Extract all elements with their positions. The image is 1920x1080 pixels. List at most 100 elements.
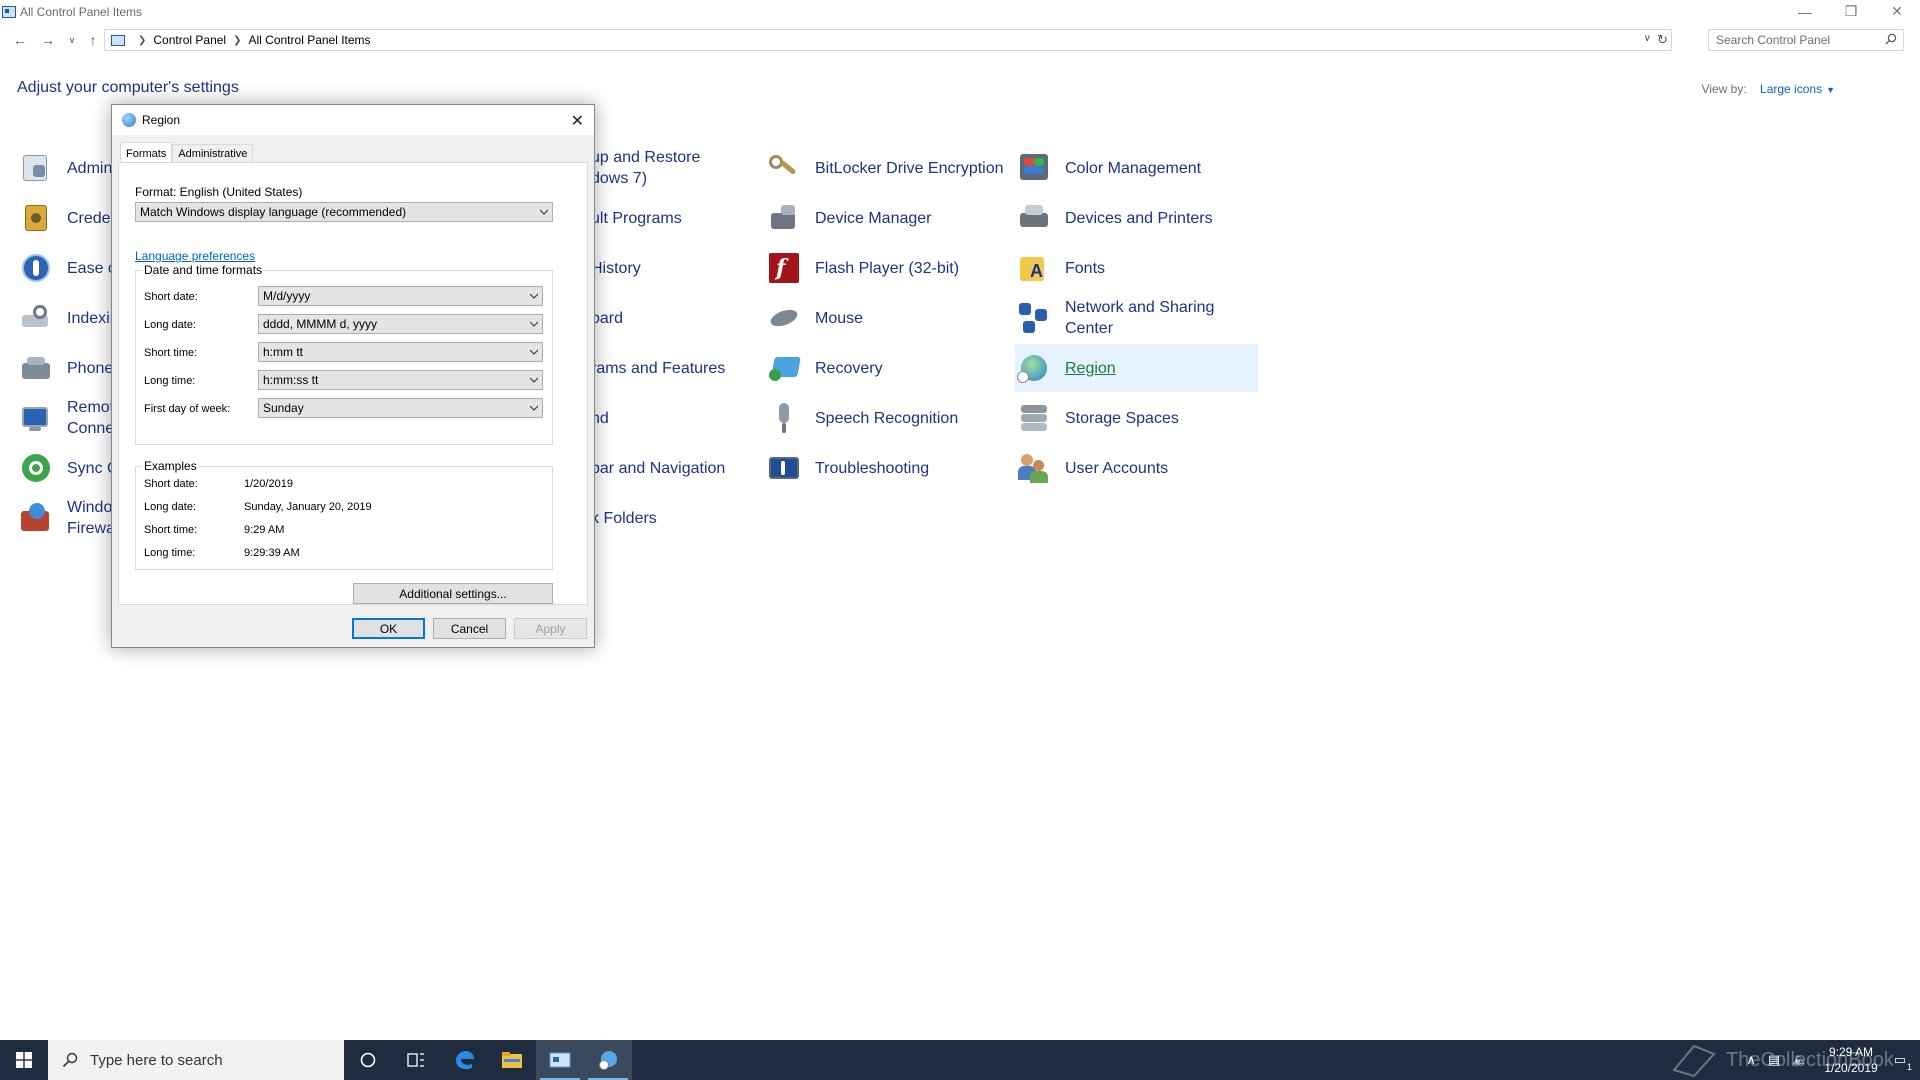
control-panel-taskbar-icon[interactable] — [536, 1040, 584, 1080]
back-arrow-icon[interactable]: ← — [10, 30, 30, 50]
indexing-options-icon — [19, 301, 53, 335]
region-globe-icon — [122, 113, 136, 127]
tab-formats[interactable]: Formats — [120, 142, 173, 164]
cp-item-taskbar-and-navigation[interactable]: bar and Navigation — [591, 444, 725, 492]
edge-browser-icon[interactable] — [440, 1040, 488, 1080]
tab-administrative[interactable]: Administrative — [172, 144, 254, 163]
close-window-button[interactable]: ✕ — [1874, 0, 1920, 23]
dialog-title: Region — [142, 113, 181, 127]
restore-button[interactable]: ❐ — [1828, 0, 1874, 23]
address-bar[interactable]: ❯ Control Panel ❯ All Control Panel Item… — [104, 29, 1672, 51]
cp-item-phone-and-modem[interactable]: Phone — [19, 344, 113, 392]
start-button[interactable] — [0, 1040, 48, 1080]
first-day-of-week-select[interactable]: Sunday — [258, 398, 543, 418]
task-view-icon[interactable] — [392, 1040, 440, 1080]
short-date-select[interactable]: M/d/yyyy — [258, 286, 543, 306]
cp-item-devices-and-printers[interactable]: Devices and Printers — [1017, 194, 1213, 242]
search-control-panel-input[interactable]: Search Control Panel — [1708, 29, 1904, 51]
cp-item-user-accounts[interactable]: User Accounts — [1017, 444, 1168, 492]
cp-item-credential-manager[interactable]: Creden — [19, 194, 119, 242]
windows-logo-icon — [16, 1052, 32, 1068]
short-time-select[interactable]: h:mm tt — [258, 342, 543, 362]
page-heading: Adjust your computer's settings — [17, 79, 239, 96]
recent-locations-chevron-icon[interactable]: ∨ — [62, 30, 82, 50]
flash-player-icon: f — [767, 251, 801, 285]
cp-item-remoteapp[interactable]: Remote Connec — [19, 394, 123, 442]
phone-and-modem-icon — [19, 351, 53, 385]
ease-of-access-icon — [19, 251, 53, 285]
address-dropdown-icon[interactable]: ∨ — [1644, 33, 1651, 44]
control-panel-location-icon — [111, 34, 125, 46]
format-select[interactable]: Match Windows display language (recommen… — [135, 202, 553, 222]
breadcrumb-separator-icon[interactable]: ❯ — [138, 35, 146, 46]
additional-settings-button[interactable]: Additional settings... — [353, 583, 553, 604]
example-short-date-label: Short date: — [144, 478, 198, 490]
cp-item-mouse[interactable]: Mouse — [767, 294, 863, 342]
credential-manager-icon — [19, 201, 53, 235]
cp-item-file-history[interactable]: History — [591, 244, 641, 292]
example-short-time-label: Short time: — [144, 524, 198, 536]
cp-item-troubleshooting[interactable]: Troubleshooting — [767, 444, 929, 492]
up-arrow-icon[interactable]: ↑ — [83, 30, 103, 50]
cp-item-backup-and-restore[interactable]: up and Restore dows 7) — [591, 144, 700, 192]
cortana-icon[interactable] — [344, 1040, 392, 1080]
language-preferences-link[interactable]: Language preferences — [135, 249, 255, 263]
cp-item-bitlocker[interactable]: BitLocker Drive Encryption — [767, 144, 1004, 192]
address-row: ← → ∨ ↑ ❯ Control Panel ❯ All Control Pa… — [0, 28, 1920, 52]
long-date-select[interactable]: dddd, MMMM d, yyyy — [258, 314, 543, 334]
cp-item-recovery[interactable]: Recovery — [767, 344, 883, 392]
forward-arrow-icon[interactable]: → — [38, 30, 58, 50]
example-long-time-label: Long time: — [144, 547, 196, 559]
chevron-down-icon — [530, 321, 538, 327]
group-title: Date and time formats — [142, 263, 265, 277]
recovery-icon — [767, 351, 801, 385]
cp-item-fonts[interactable]: A Fonts — [1017, 244, 1105, 292]
cp-item-work-folders[interactable]: k Folders — [591, 494, 657, 542]
chevron-down-icon — [530, 293, 538, 299]
apply-button[interactable]: Apply — [514, 618, 587, 639]
cp-item-network-and-sharing[interactable]: Network and Sharing Center — [1017, 294, 1214, 342]
taskbar-search-box[interactable]: Type here to search — [48, 1040, 344, 1080]
breadcrumb-separator-icon[interactable]: ❯ — [233, 35, 241, 46]
view-by-chevron-icon[interactable]: ▼ — [1826, 85, 1835, 95]
notification-count-badge: 1 — [1906, 1062, 1912, 1072]
breadcrumb-all-items[interactable]: All Control Panel Items — [249, 33, 371, 47]
search-icon[interactable] — [1885, 33, 1897, 45]
file-explorer-icon[interactable] — [488, 1040, 536, 1080]
cp-item-device-manager[interactable]: Device Manager — [767, 194, 932, 242]
cp-item-keyboard[interactable]: oard — [591, 294, 623, 342]
cp-item-region[interactable]: Region — [1015, 344, 1258, 392]
long-time-select[interactable]: h:mm:ss tt — [258, 370, 543, 390]
sync-center-icon — [19, 451, 53, 485]
action-center-icon[interactable]: ▭ 1 — [1894, 1052, 1912, 1072]
example-short-time-value: 9:29 AM — [244, 524, 285, 536]
cp-item-default-programs[interactable]: ult Programs — [591, 194, 682, 242]
cp-item-flash-player[interactable]: f Flash Player (32-bit) — [767, 244, 959, 292]
cp-item-storage-spaces[interactable]: Storage Spaces — [1017, 394, 1179, 442]
view-by-dropdown[interactable]: Large icons — [1760, 82, 1822, 96]
refresh-icon[interactable]: ↻ — [1657, 32, 1668, 48]
cp-item-windows-firewall[interactable]: Windo Firewa — [19, 494, 115, 542]
cp-item-color-management[interactable]: Color Management — [1017, 144, 1201, 192]
minimize-button[interactable]: — — [1782, 0, 1828, 23]
book-watermark-icon — [1672, 1044, 1716, 1078]
formats-panel: Format: English (United States) Match Wi… — [118, 162, 588, 605]
example-long-time-value: 9:29:39 AM — [244, 547, 300, 559]
cp-item-indexing-options[interactable]: Indexin — [19, 294, 119, 342]
cancel-button[interactable]: Cancel — [433, 618, 506, 639]
short-time-label: Short time: — [144, 347, 198, 359]
cp-item-speech-recognition[interactable]: Speech Recognition — [767, 394, 958, 442]
breadcrumb-control-panel[interactable]: Control Panel — [153, 33, 226, 47]
devices-and-printers-icon — [1017, 201, 1051, 235]
cp-item-administrative-tools[interactable]: Admini — [19, 144, 116, 192]
storage-spaces-icon — [1017, 401, 1051, 435]
region-taskbar-icon[interactable] — [584, 1040, 632, 1080]
dialog-close-icon[interactable]: ✕ — [571, 111, 584, 131]
color-management-icon — [1017, 151, 1051, 185]
window-title: All Control Panel Items — [20, 4, 143, 19]
cp-item-ease-of-access[interactable]: Ease of — [19, 244, 121, 292]
ok-button[interactable]: OK — [352, 618, 425, 639]
chevron-down-icon — [530, 405, 538, 411]
bitlocker-key-icon — [767, 151, 801, 185]
cp-item-programs-and-features[interactable]: rams and Features — [591, 344, 725, 392]
